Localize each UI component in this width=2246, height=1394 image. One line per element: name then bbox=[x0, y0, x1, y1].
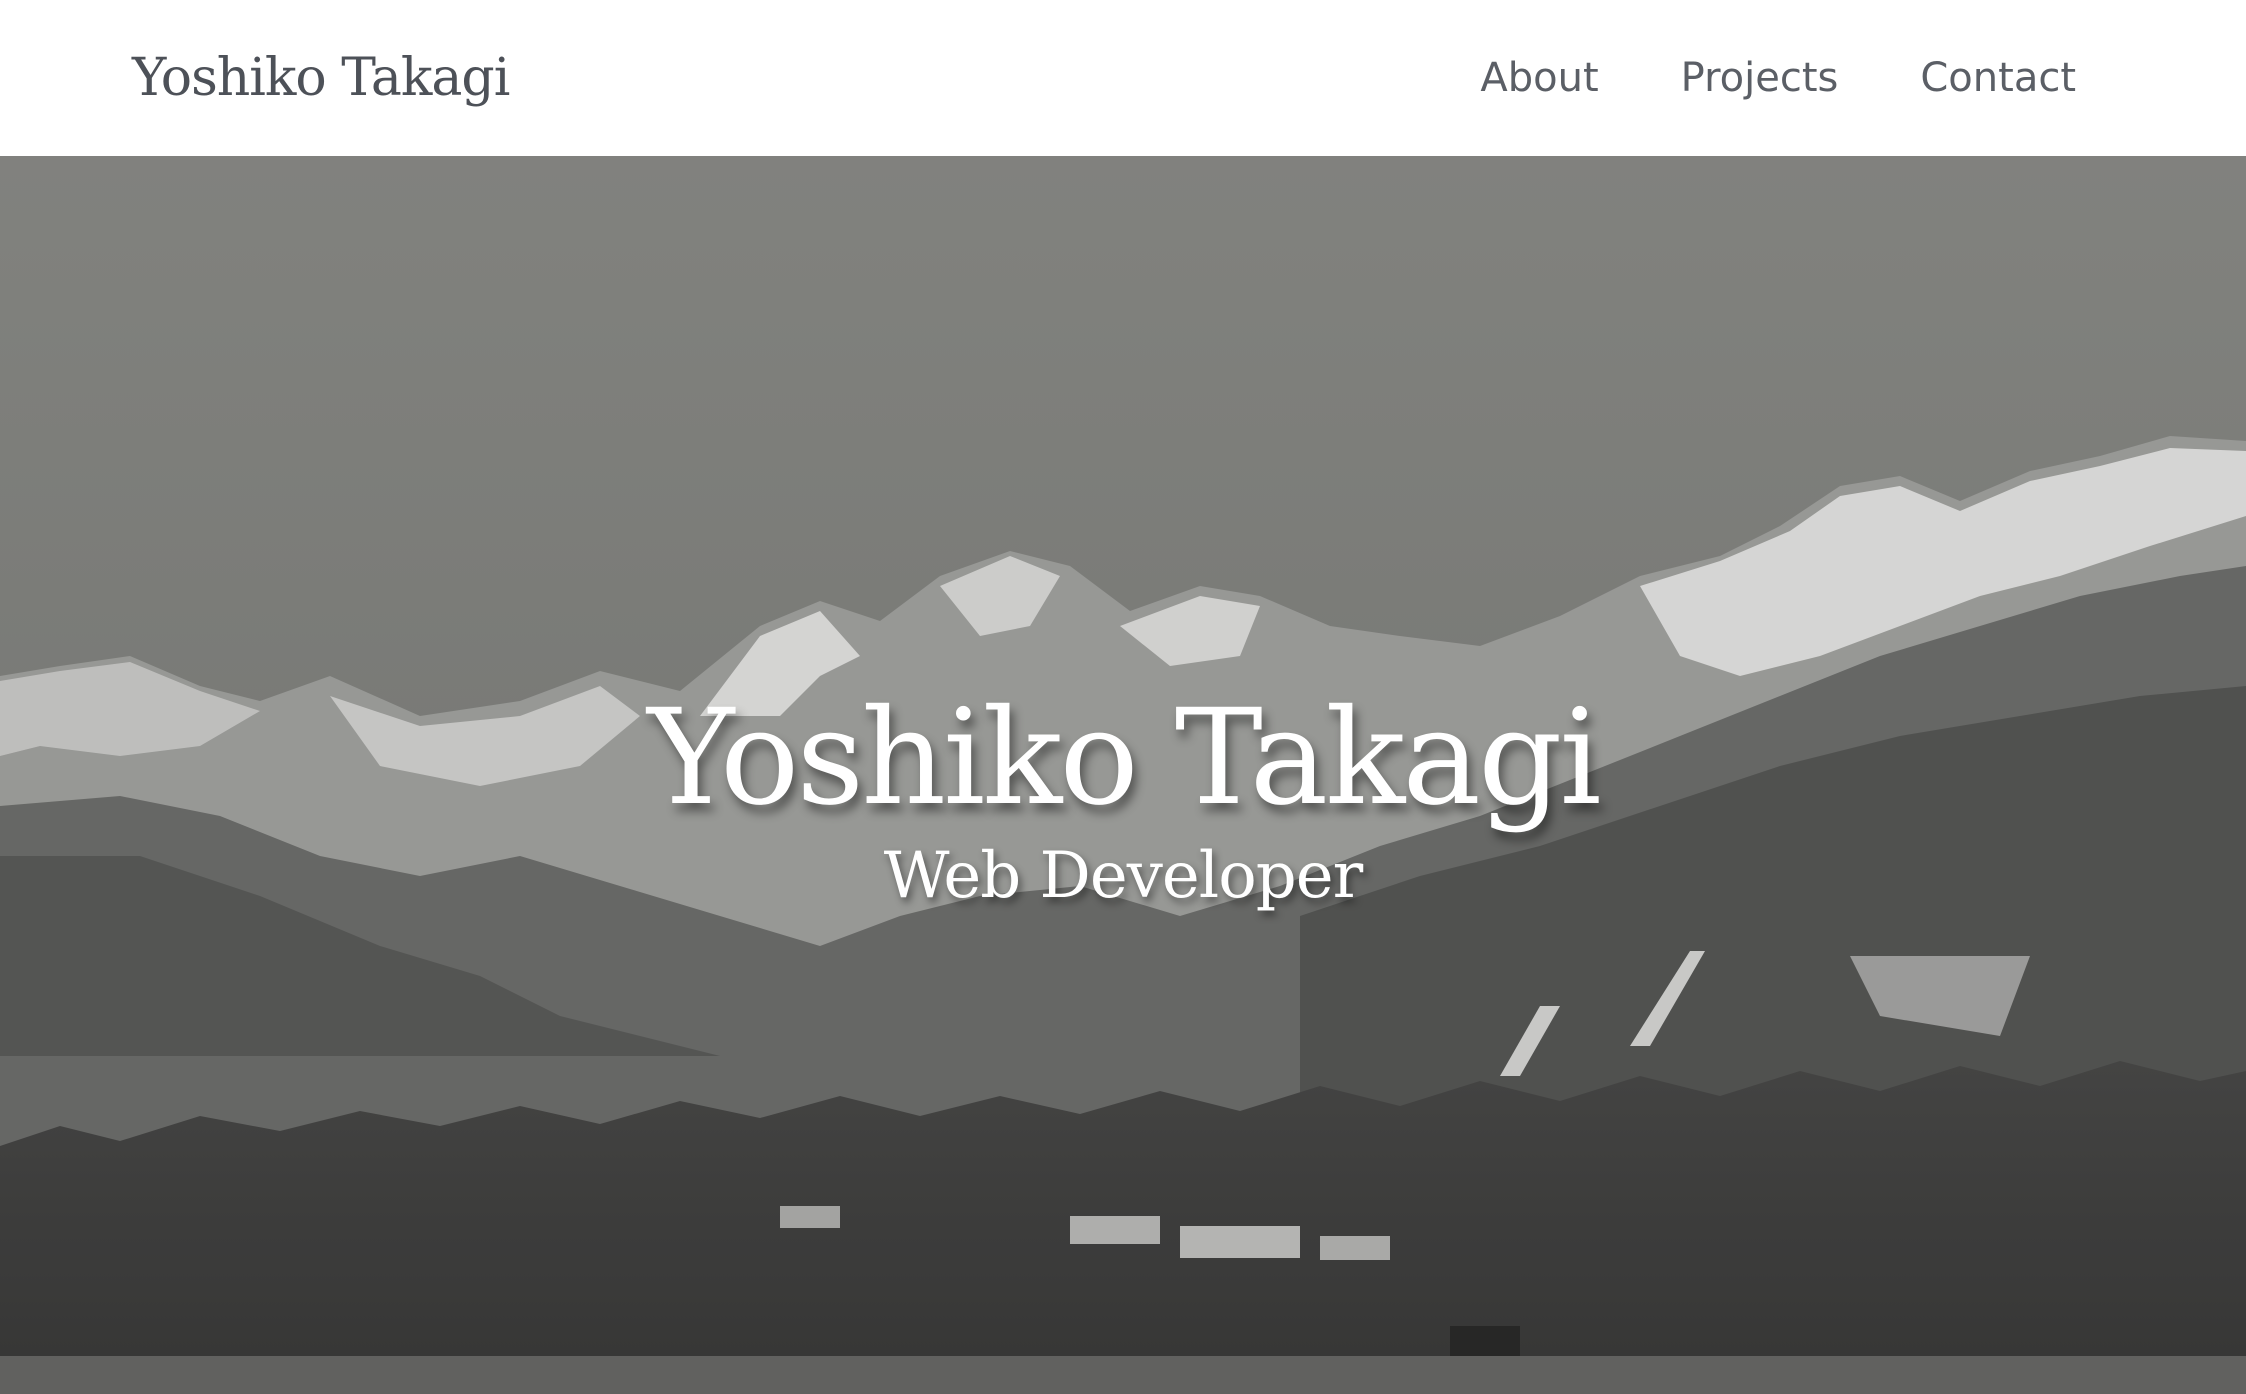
hero-title: Yoshiko Takagi bbox=[647, 681, 1601, 835]
brand-logo-link[interactable]: Yoshiko Takagi bbox=[132, 48, 510, 108]
site-header: Yoshiko Takagi About Projects Contact bbox=[0, 0, 2246, 156]
nav-contact-link[interactable]: Contact bbox=[1920, 55, 2076, 101]
nav-projects-link[interactable]: Projects bbox=[1681, 55, 1839, 101]
hero-text-block: Yoshiko Takagi Web Developer bbox=[0, 681, 2246, 914]
nav-about-link[interactable]: About bbox=[1480, 55, 1598, 101]
hero-subtitle: Web Developer bbox=[883, 839, 1363, 914]
hero-section: Yoshiko Takagi Web Developer bbox=[0, 156, 2246, 1394]
main-nav: About Projects Contact bbox=[1480, 55, 2076, 101]
